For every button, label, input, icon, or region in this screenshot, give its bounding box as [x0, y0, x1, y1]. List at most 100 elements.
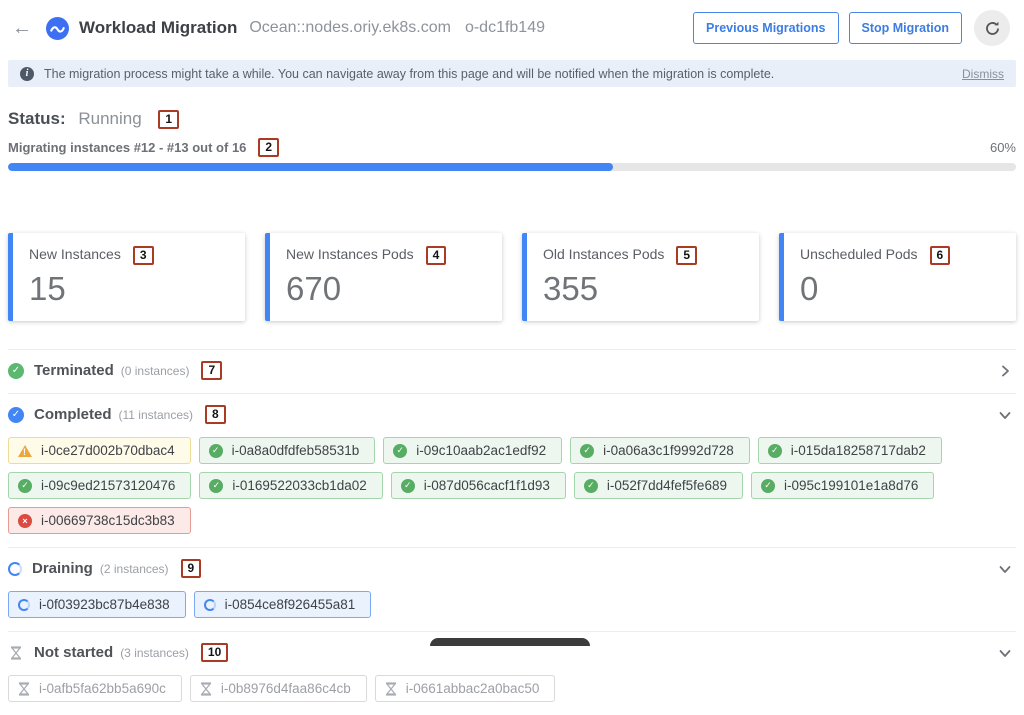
app-header: ← Workload Migration Ocean::nodes.oriy.e…	[0, 0, 1024, 56]
ocean-cluster-name: Ocean::nodes.oriy.ek8s.com	[249, 19, 451, 37]
instance-chips: i-0ce27d002b70dbac4✓i-0a8a0dfdfeb58531b✓…	[8, 437, 1016, 534]
check-circle-icon: ✓	[584, 479, 598, 493]
instance-id: i-09c10aab2ac1edf92	[416, 443, 546, 458]
check-circle-icon: ✓	[209, 444, 223, 458]
instance-id: i-052f7dd4fef5fe689	[607, 478, 727, 493]
card-value: 670	[286, 270, 486, 308]
banner-text: The migration process might take a while…	[44, 67, 774, 81]
section-count: (11 instances)	[119, 408, 193, 422]
instance-chip: ✓ i-087d056cacf1f1d93	[391, 472, 566, 499]
section-title: Completed	[34, 406, 112, 423]
instance-chip: i-0854ce8f926455a81	[194, 591, 372, 618]
summary-card-1: New Instances Pods 4 670	[265, 233, 502, 321]
bottom-tooltip-stub[interactable]	[430, 638, 590, 646]
section-title: Terminated	[34, 362, 114, 379]
refresh-icon	[984, 20, 1001, 37]
card-value: 15	[29, 270, 229, 308]
error-circle-icon: ×	[18, 514, 32, 528]
instance-id: i-0854ce8f926455a81	[225, 597, 356, 612]
status-label: Status:	[8, 109, 66, 128]
hourglass-icon	[8, 645, 24, 661]
page-title: Workload Migration	[79, 18, 237, 38]
check-circle-icon: ✓	[393, 444, 407, 458]
previous-migrations-button[interactable]: Previous Migrations	[693, 12, 838, 44]
instance-id: i-087d056cacf1f1d93	[424, 478, 550, 493]
check-circle-icon: ✓	[761, 479, 775, 493]
card-label: New Instances Pods	[286, 246, 414, 262]
instance-id: i-0661abbac2a0bac50	[406, 681, 540, 696]
spinner-icon	[204, 599, 216, 611]
instance-id: i-095c199101e1a8d76	[784, 478, 918, 493]
section-completed: ✓ Completed (11 instances) 8 i-0ce27d002b70d…	[8, 393, 1016, 547]
spinner-icon	[18, 599, 30, 611]
summary-card-2: Old Instances Pods5355	[522, 233, 759, 321]
instance-chip: i-0b8976d4faa86c4cb	[190, 675, 367, 702]
instance-id: i-09c9ed21573120476	[41, 478, 175, 493]
check-circle-icon: ✓	[401, 479, 415, 493]
card-label: Unscheduled Pods	[800, 246, 918, 262]
status-value: Running	[78, 109, 141, 128]
progress-bar	[8, 163, 1016, 171]
instance-chips: i-0f03923bc87b4e838 i-0854ce8f926455a81	[8, 591, 1016, 618]
info-banner: i The migration process might take a whi…	[8, 60, 1016, 87]
chevron-down-icon[interactable]	[998, 646, 1016, 660]
check-circle-icon: ✓	[18, 479, 32, 493]
section-count: (3 instances)	[120, 646, 189, 660]
hourglass-icon	[200, 682, 212, 696]
annotation-marker-9: 9	[181, 559, 202, 578]
back-button[interactable]: ←	[12, 18, 32, 38]
annotation-marker-6: 6	[930, 246, 951, 265]
section-draining: Draining(2 instances)9i-0f03923bc87b4e83…	[8, 547, 1016, 631]
chevron-down-icon[interactable]	[998, 408, 1016, 422]
progress-percent: 60%	[990, 140, 1016, 155]
section-header-terminated[interactable]: ✓ Terminated (0 instances) 7	[8, 361, 1016, 380]
instance-id: i-0ce27d002b70dbac4	[41, 443, 175, 458]
instance-chips: i-0afb5fa62bb5a690c i-0b8976d4faa86c4cb i-…	[8, 675, 1016, 702]
section-title: Not started	[34, 644, 113, 661]
hourglass-icon	[18, 682, 30, 696]
check-circle-green-icon: ✓	[8, 363, 24, 379]
annotation-marker-4: 4	[426, 246, 447, 265]
instance-sections: ✓ Terminated (0 instances) 7 ✓ Completed (11 i…	[8, 349, 1016, 715]
section-header-draining[interactable]: Draining(2 instances)9	[8, 559, 1016, 578]
instance-id: i-0a8a0dfdfeb58531b	[232, 443, 360, 458]
card-value: 0	[800, 270, 1000, 308]
annotation-marker-2: 2	[258, 138, 279, 157]
ocean-resource-id: o-dc1fb149	[465, 19, 545, 37]
spinner-icon	[8, 562, 22, 576]
instance-chip: i-0661abbac2a0bac50	[375, 675, 556, 702]
check-circle-blue-icon: ✓	[8, 407, 24, 423]
chevron-right-icon[interactable]	[998, 364, 1016, 378]
annotation-marker-5: 5	[676, 246, 697, 265]
instance-id: i-0afb5fa62bb5a690c	[39, 681, 166, 696]
section-count: (2 instances)	[100, 562, 169, 576]
check-circle-icon: ✓	[768, 444, 782, 458]
hourglass-icon	[385, 682, 397, 696]
instance-chip: i-0ce27d002b70dbac4	[8, 437, 191, 464]
instance-id: i-0b8976d4faa86c4cb	[221, 681, 351, 696]
annotation-marker-1: 1	[158, 110, 179, 129]
card-label: Old Instances Pods	[543, 246, 664, 262]
stop-migration-button[interactable]: Stop Migration	[849, 12, 963, 44]
refresh-button[interactable]	[974, 10, 1010, 46]
instance-chip: ✓ i-052f7dd4fef5fe689	[574, 472, 743, 499]
instance-id: i-00669738c15dc3b83	[41, 513, 175, 528]
warning-icon	[18, 445, 32, 457]
section-header-completed[interactable]: ✓ Completed (11 instances) 8	[8, 405, 1016, 424]
instance-chip: ✓ i-015da18258717dab2	[758, 437, 942, 464]
summary-card-3: Unscheduled Pods 6 0	[779, 233, 1016, 321]
ocean-logo-icon	[46, 17, 69, 40]
instance-chip: ✓ i-095c199101e1a8d76	[751, 472, 934, 499]
dismiss-link[interactable]: Dismiss	[962, 67, 1004, 81]
section-count: (0 instances)	[121, 364, 190, 378]
progress-text: Migrating instances #12 - #13 out of 16	[8, 140, 246, 155]
chevron-down-icon[interactable]	[998, 562, 1016, 576]
annotation-marker-7: 7	[201, 361, 222, 380]
instance-chip: ✓i-0169522033cb1da02	[199, 472, 382, 499]
instance-chip: ✓ i-0a8a0dfdfeb58531b	[199, 437, 376, 464]
instance-chip: ✓ i-09c10aab2ac1edf92	[383, 437, 562, 464]
instance-id: i-0f03923bc87b4e838	[39, 597, 170, 612]
annotation-marker-8: 8	[205, 405, 226, 424]
instance-id: i-015da18258717dab2	[791, 443, 926, 458]
summary-cards: New Instances315New Instances Pods4670Ol…	[8, 233, 1016, 321]
